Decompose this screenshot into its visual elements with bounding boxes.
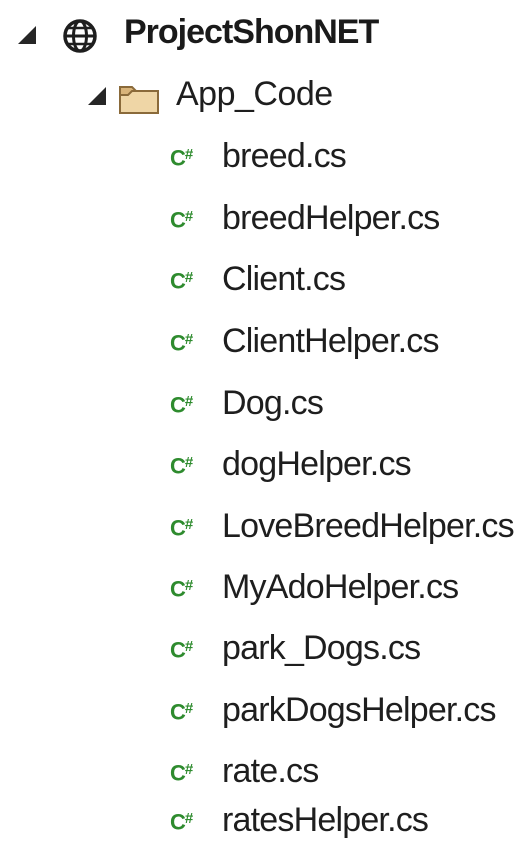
file-label: park_Dogs.cs (222, 629, 421, 667)
file-label: rate.cs (222, 752, 319, 790)
file-label: breed.cs (222, 137, 347, 175)
tree-node-file[interactable]: C# Dog.cs (0, 375, 517, 437)
tree-node-file[interactable]: C# park_Dogs.cs (0, 620, 517, 682)
expand-arrow-icon[interactable] (88, 87, 106, 105)
tree-node-project[interactable]: ProjectShonNET (0, 4, 517, 66)
tree-node-file[interactable]: C# parkDogsHelper.cs (0, 682, 517, 744)
tree-node-file[interactable]: C# ratesHelper.cs (0, 792, 517, 854)
globe-icon (63, 19, 97, 53)
folder-icon (119, 86, 159, 114)
tree-node-file[interactable]: C# dogHelper.cs (0, 436, 517, 498)
file-label: dogHelper.cs (222, 445, 412, 483)
expand-arrow-icon[interactable] (18, 26, 36, 44)
file-label: LoveBreedHelper.cs (222, 507, 515, 545)
file-label: breedHelper.cs (222, 199, 440, 237)
file-label: Dog.cs (222, 384, 324, 422)
folder-label: App_Code (176, 75, 333, 113)
solution-explorer-tree: ProjectShonNET App_Code C# breed.cs C# b… (0, 0, 517, 854)
csharp-file-icon: C# (170, 330, 193, 356)
csharp-file-icon: C# (170, 453, 193, 479)
csharp-file-icon: C# (170, 637, 193, 663)
csharp-file-icon: C# (170, 760, 193, 786)
tree-node-file[interactable]: C# Client.cs (0, 251, 517, 313)
csharp-file-icon: C# (170, 145, 193, 171)
tree-node-file[interactable]: C# MyAdoHelper.cs (0, 559, 517, 621)
csharp-file-icon: C# (170, 392, 193, 418)
file-label: Client.cs (222, 260, 346, 298)
csharp-file-icon: C# (170, 809, 193, 835)
tree-node-file[interactable]: C# breedHelper.cs (0, 190, 517, 252)
project-label: ProjectShonNET (124, 13, 379, 51)
csharp-file-icon: C# (170, 207, 193, 233)
tree-node-file[interactable]: C# breed.cs (0, 128, 517, 190)
csharp-file-icon: C# (170, 576, 193, 602)
tree-node-file[interactable]: C# ClientHelper.cs (0, 313, 517, 375)
tree-node-folder-app-code[interactable]: App_Code (0, 66, 517, 128)
csharp-file-icon: C# (170, 515, 193, 541)
csharp-file-icon: C# (170, 699, 193, 725)
file-label: ClientHelper.cs (222, 322, 439, 360)
file-label: ratesHelper.cs (222, 801, 429, 839)
tree-node-file[interactable]: C# LoveBreedHelper.cs (0, 498, 517, 560)
file-label: parkDogsHelper.cs (222, 691, 496, 729)
file-label: MyAdoHelper.cs (222, 568, 459, 606)
csharp-file-icon: C# (170, 268, 193, 294)
